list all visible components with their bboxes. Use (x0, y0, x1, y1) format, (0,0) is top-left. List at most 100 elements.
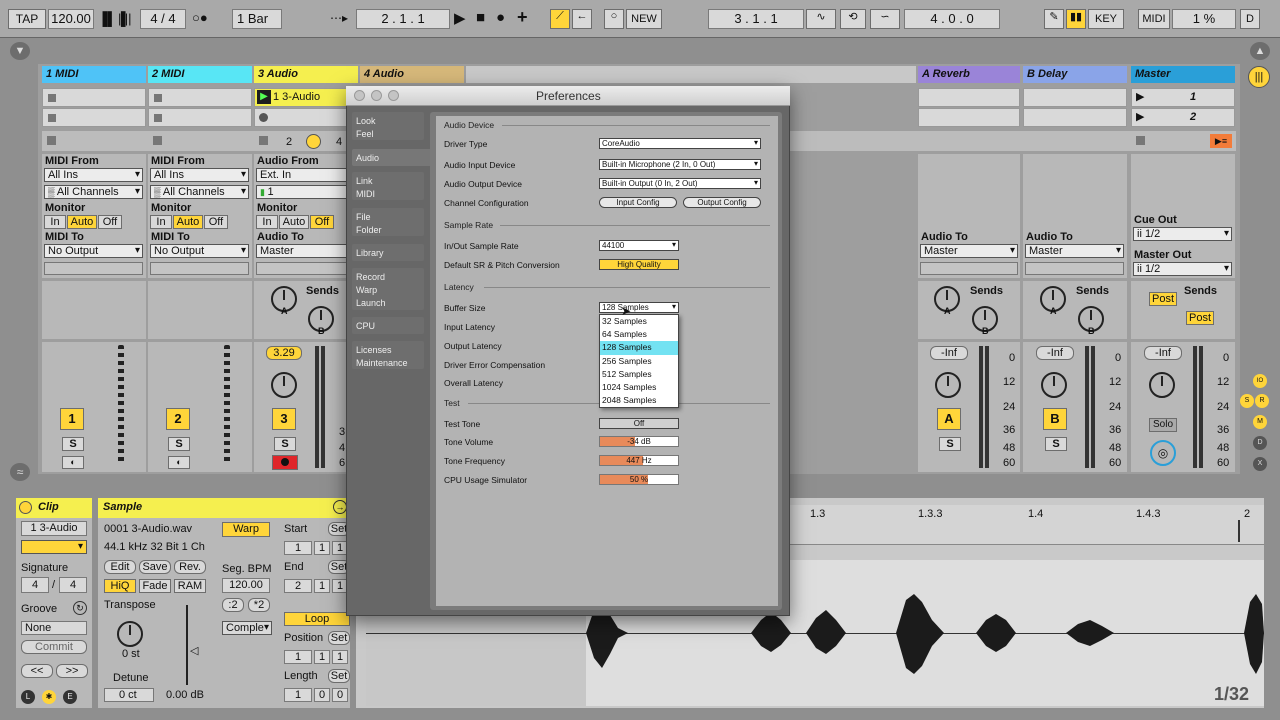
position-sixteenth[interactable]: 1 (332, 650, 348, 664)
save-button[interactable]: Save (139, 560, 171, 574)
headphone-cue-knob[interactable]: ◎ (1150, 440, 1176, 466)
return-header-a[interactable]: A Reverb (918, 66, 1020, 83)
show-crossfader-toggle[interactable]: X (1253, 457, 1267, 471)
set-length-button[interactable]: Set (328, 669, 350, 683)
gain-slider[interactable] (186, 605, 188, 685)
scene-2[interactable]: ▶ 2 (1131, 108, 1235, 127)
window-minimize-button[interactable] (371, 90, 382, 101)
sample-rate-select[interactable]: 44100 (599, 240, 679, 251)
seg-bpm-field[interactable]: 120.00 (222, 578, 270, 593)
audio-to-select[interactable]: Master (1025, 244, 1124, 258)
groove-select[interactable]: None (21, 621, 87, 635)
audio-to-select[interactable]: Master (256, 244, 355, 258)
tone-volume-slider[interactable]: -34 dB (599, 436, 679, 447)
clip-slot-return[interactable] (918, 108, 1020, 127)
monitor-off-button[interactable]: Off (310, 215, 334, 229)
track-stop-button[interactable] (1136, 136, 1145, 145)
tap-button[interactable]: TAP (8, 9, 46, 29)
midi-from-select[interactable]: All Ins (150, 168, 249, 182)
tab-licenses-maintenance[interactable]: Licenses Maintenance (352, 341, 424, 369)
buffer-option[interactable]: 1024 Samples (600, 381, 678, 394)
midi-to-select[interactable]: No Output (150, 244, 249, 258)
volume-field[interactable]: -Inf (930, 346, 968, 360)
end-bar[interactable]: 2 (284, 579, 312, 593)
monitor-auto-button[interactable]: Auto (67, 215, 97, 229)
audio-from-select[interactable]: Ext. In (256, 168, 355, 182)
midi-to-select[interactable]: No Output (44, 244, 143, 258)
track-activator-button[interactable]: 3 (272, 408, 296, 430)
punch-out-icon[interactable]: ∽ (870, 9, 900, 29)
pan-knob[interactable] (935, 372, 961, 398)
midi-channel-select[interactable]: ▒ All Channels (44, 185, 143, 199)
tab-audio[interactable]: Audio (352, 149, 432, 166)
position-beat[interactable]: 1 (314, 650, 330, 664)
signature-denominator[interactable]: 4 (59, 577, 87, 593)
track-header-1[interactable]: 1 MIDI (42, 66, 146, 83)
computer-midi-keyboard-icon[interactable]: ▮▮ (1066, 9, 1086, 29)
loop-start-field[interactable]: 3 . 1 . 1 (708, 9, 804, 29)
set-position-button[interactable]: Set (328, 631, 350, 645)
monitor-off-button[interactable]: Off (204, 215, 228, 229)
show-sends-toggle[interactable]: S (1240, 394, 1254, 408)
monitor-in-button[interactable]: In (256, 215, 278, 229)
arm-button[interactable]: ◐ (168, 456, 190, 469)
clip-slot[interactable] (148, 108, 252, 127)
track-header-3[interactable]: 3 Audio (254, 66, 358, 83)
sr-conversion-toggle[interactable]: High Quality (599, 259, 679, 270)
solo-button[interactable]: S (168, 437, 190, 451)
record-mode-icon[interactable]: ○● (192, 10, 208, 25)
track-activator-button[interactable]: 2 (166, 408, 190, 430)
clip-activator-icon[interactable] (19, 501, 32, 514)
tab-look-feel[interactable]: Look Feel (352, 112, 424, 140)
cue-out-select[interactable]: ii 1/2 (1133, 227, 1232, 241)
track-volume-value[interactable]: 3.29 (266, 346, 302, 360)
play-icon[interactable]: ▶ (454, 9, 466, 27)
stop-icon[interactable]: ■ (476, 9, 485, 26)
hiq-button[interactable]: HiQ (104, 579, 136, 593)
new-button[interactable]: NEW (626, 9, 662, 29)
ram-button[interactable]: RAM (174, 579, 206, 593)
length-beat[interactable]: 0 (314, 688, 330, 702)
launch-toggle-icon[interactable]: L (21, 690, 35, 704)
track-stop-button[interactable] (259, 136, 268, 145)
loop-switch-icon[interactable]: ⟲ (840, 9, 866, 29)
arm-button[interactable]: ◐ (62, 456, 84, 469)
driver-type-select[interactable]: CoreAudio (599, 138, 761, 149)
back-to-arrangement-icon[interactable]: ← (572, 9, 592, 29)
punch-in-icon[interactable]: ∿ (806, 9, 836, 29)
loop-button[interactable]: Loop (284, 612, 350, 626)
arrangement-view-icon[interactable]: ||| (1248, 66, 1270, 88)
solo-button[interactable]: S (274, 437, 296, 451)
clip-slot[interactable] (42, 108, 146, 127)
loop-length-field[interactable]: 4 . 0 . 0 (904, 9, 1000, 29)
warp-button[interactable]: Warp (222, 522, 270, 537)
buffer-option[interactable]: 64 Samples (600, 328, 678, 341)
output-config-button[interactable]: Output Config (683, 197, 761, 208)
midi-channel-select[interactable]: ▒ All Channels (150, 185, 249, 199)
test-tone-toggle[interactable]: Off (599, 418, 679, 429)
clip-color-select[interactable]: ▾ (21, 540, 87, 554)
audio-to-select[interactable]: Master (920, 244, 1018, 258)
length-sixteenth[interactable]: 0 (332, 688, 348, 702)
warp-mode-select[interactable]: Comple (222, 621, 272, 635)
solo-button[interactable]: Solo (1149, 418, 1177, 432)
post-button[interactable]: Post (1186, 311, 1214, 325)
track-activator-button[interactable]: B (1043, 408, 1067, 430)
automation-arm-button[interactable]: ⟋ (550, 9, 570, 29)
window-zoom-button[interactable] (388, 90, 399, 101)
track-stop-button[interactable] (153, 136, 162, 145)
show-returns-toggle[interactable]: R (1255, 394, 1269, 408)
monitor-in-button[interactable]: In (150, 215, 172, 229)
audio-to-channel-empty[interactable] (256, 262, 355, 275)
length-bar[interactable]: 1 (284, 688, 312, 702)
audio-to-channel-empty[interactable] (920, 262, 1018, 275)
show-delay-toggle[interactable]: D (1253, 436, 1267, 450)
buffer-option[interactable]: 32 Samples (600, 315, 678, 328)
monitor-auto-button[interactable]: Auto (173, 215, 203, 229)
clip-slot[interactable] (148, 88, 252, 107)
audio-clip-3-audio[interactable]: ▶ 1 3-Audio (254, 88, 358, 107)
audio-to-channel-empty[interactable] (1025, 262, 1124, 275)
clip-slot-return[interactable] (1023, 88, 1127, 107)
commit-button[interactable]: Commit (21, 640, 87, 654)
tab-record-warp-launch[interactable]: Record Warp Launch (352, 268, 424, 310)
